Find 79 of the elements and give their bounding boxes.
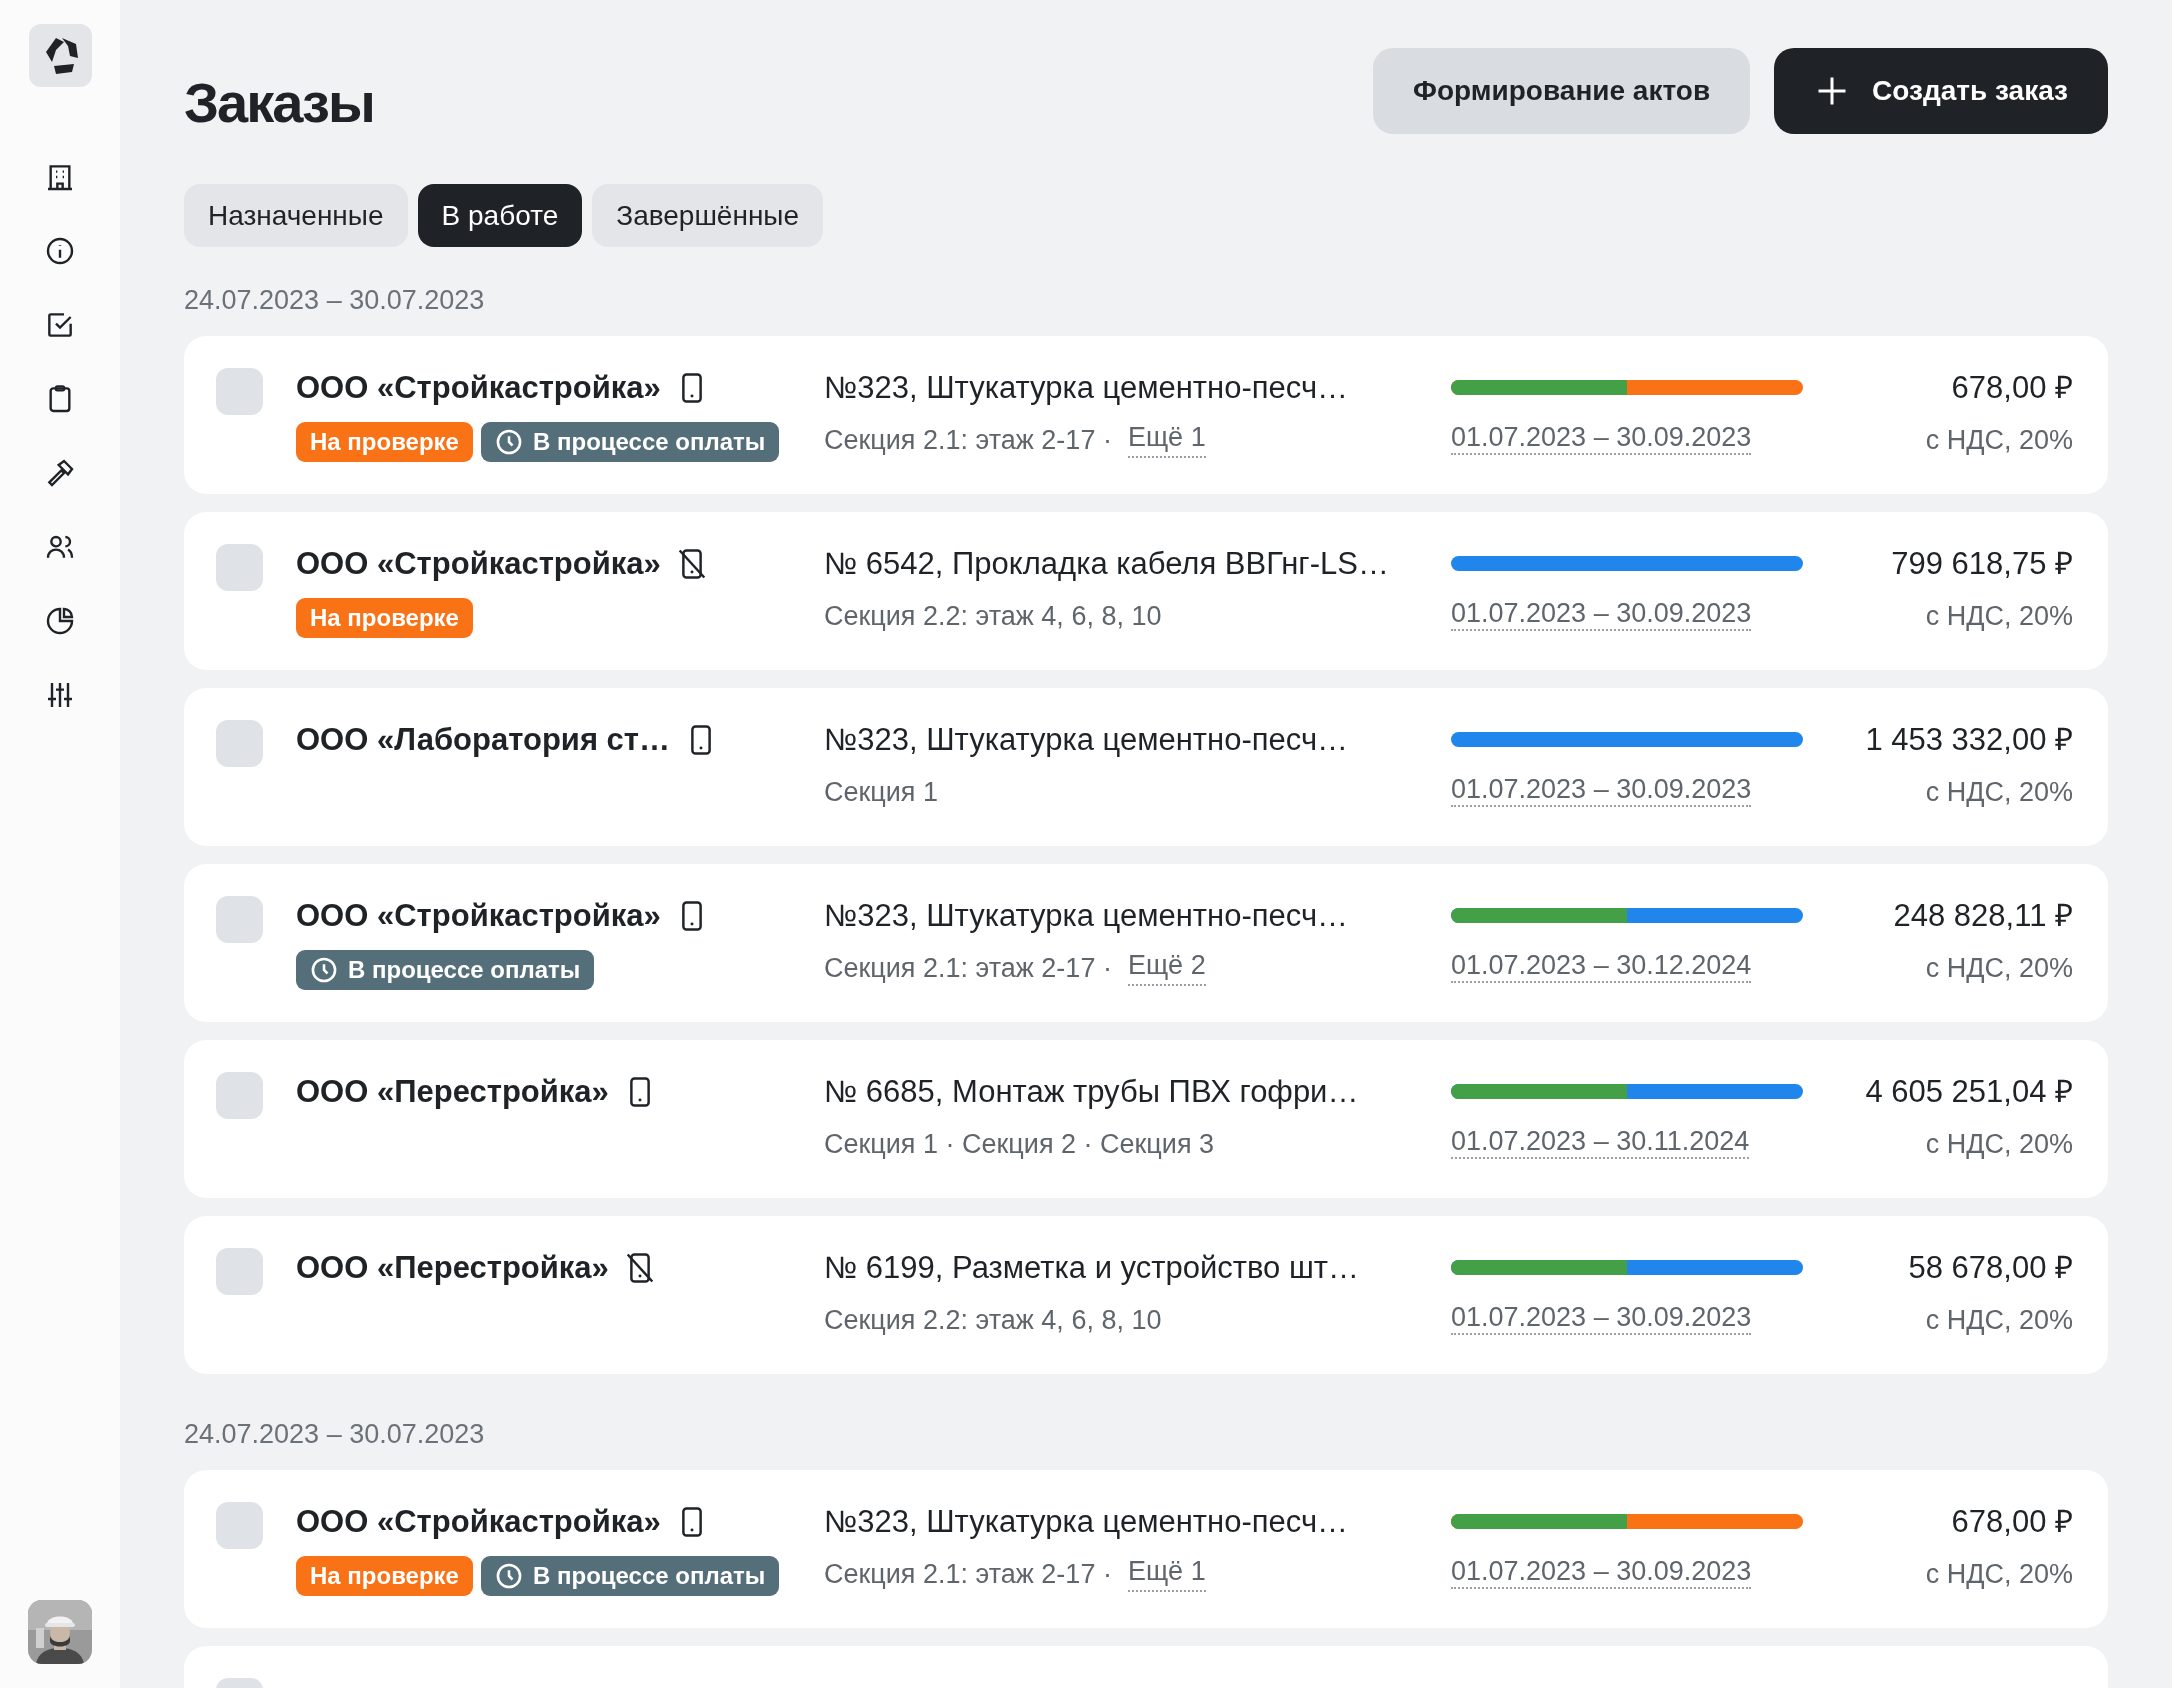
order-sections: Секция 2.1: этаж 2-17 · <box>824 950 1112 986</box>
date-range: 01.07.2023 – 30.11.2024 <box>1451 1125 1750 1159</box>
status-badge: На проверке <box>296 422 473 462</box>
date-range: 01.07.2023 – 30.09.2023 <box>1451 773 1752 807</box>
clock-icon <box>310 956 338 984</box>
company-name: ООО «Лаборатория ст… <box>296 722 671 758</box>
order-amount: 678,00 ₽ <box>1951 1503 2073 1541</box>
tax-note: с НДС, 20% <box>1925 1128 2073 1161</box>
badge-label: В процессе оплаты <box>532 1562 766 1590</box>
company-name: ООО «Стройкастройка» <box>296 1504 661 1540</box>
order-amount: 678,00 ₽ <box>1951 369 2073 407</box>
info-icon[interactable] <box>44 235 76 267</box>
order-amount: 248 828,11 ₽ <box>1893 897 2073 935</box>
order-sections: Секция 2.2: этаж 4, 6, 8, 10 <box>824 598 1162 634</box>
tab[interactable]: Назначенные <box>184 184 408 247</box>
order-title: № 6199, Разметка и устройство шт… <box>824 1249 1360 1287</box>
order-card[interactable]: ООО «Перестройка» № 6685, Монтаж трубы ПВХ гофри… Секция 1 · Секция 2 · Секция 3 01.07.2023 – 30.11.2024 4 605 251,04 ₽ с НДС, 20% <box>184 1040 2108 1198</box>
clock-icon <box>494 1562 523 1590</box>
date-range-heading: 24.07.2023 – 30.07.2023 <box>184 284 485 317</box>
order-card[interactable]: ООО «Стройкастройка» В процессе оплаты №323, Штукатурка цементно-песч… Секция 2.1: этаж 2-17 · Ещё 2 01.07.2023 – 30.12.2024 248 828,11 ₽ с НДС, 20% <box>184 864 2108 1022</box>
tax-note: с НДС, 20% <box>1925 600 2073 633</box>
tax-note: с НДС, 20% <box>1925 1304 2073 1337</box>
checkbox[interactable] <box>216 1248 263 1295</box>
clock-icon <box>494 428 523 456</box>
date-range: 01.07.2023 – 30.09.2023 <box>1451 1301 1752 1335</box>
pie-chart-icon[interactable] <box>44 605 76 637</box>
checkbox[interactable] <box>216 368 263 415</box>
order-sections: Секция 1 <box>824 774 938 810</box>
date-range: 01.07.2023 – 30.09.2023 <box>1451 597 1752 631</box>
checkbox[interactable] <box>216 1072 263 1119</box>
tab[interactable]: Завершённые <box>592 184 824 247</box>
order-card[interactable]: ООО «Стройкастройка» На проверке В процессе оплаты №323, Штукатурка цементно-песч… Секция 2.1: этаж 2-17 · Ещё 1 01.07.2023 – 30.09.2023 678,00 ₽ с НДС, 20% <box>184 1470 2108 1628</box>
date-range: 01.07.2023 – 30.09.2023 <box>1451 1555 1752 1589</box>
checkbox[interactable] <box>216 720 263 767</box>
checkbox[interactable] <box>216 896 263 943</box>
order-card[interactable]: ООО «Стройкастройка» На проверке № 6542, Прокладка кабеля ВВГнг-LS… Секция 2.2: этаж 4, 6, 8, 10 01.07.2023 – 30.09.2023 799 618,75 ₽ с НДС, 20% <box>184 512 2108 670</box>
order-sections: Секция 2.1: этаж 2-17 · <box>824 1556 1112 1592</box>
order-title: №323, Штукатурка цементно-песч… <box>824 721 1350 759</box>
company-name: ООО «Перестройка» <box>296 1074 609 1110</box>
order-title: №323, Штукатурка цементно-песч… <box>824 897 1350 935</box>
company-name: ООО «Стройкастройка» <box>296 898 661 934</box>
order-card[interactable]: ООО «Перестройка» № 6199, Разметка и устройство шт… Секция 2.2: этаж 4, 6, 8, 10 01.07.2023 – 30.09.2023 58 678,00 ₽ с НДС, 20% <box>184 1216 2108 1374</box>
more-link[interactable]: Ещё 1 <box>1127 422 1206 458</box>
order-amount: 58 678,00 ₽ <box>1908 1249 2073 1287</box>
order-sections: Секция 2.1: этаж 2-17 · <box>824 422 1112 458</box>
tax-note: с НДС, 20% <box>1925 776 2073 809</box>
more-link[interactable]: Ещё 2 <box>1127 950 1206 986</box>
logo-icon[interactable] <box>28 24 92 87</box>
order-title: №323, Штукатурка цементно-песч… <box>824 369 1350 407</box>
company-name: ООО «Стройкастройка» <box>296 370 661 406</box>
tax-note: с НДС, 20% <box>1925 952 2073 985</box>
status-badge: На проверке <box>296 598 473 638</box>
status-badge: На проверке <box>296 1556 473 1596</box>
order-title: № 6685, Монтаж трубы ПВХ гофри… <box>824 1073 1360 1111</box>
badge-label: В процессе оплаты <box>348 956 581 984</box>
order-title: №323, Штукатурка цементно-песч… <box>824 1503 1350 1541</box>
tab[interactable]: В работе <box>417 184 583 247</box>
tax-note: с НДС, 20% <box>1925 424 2073 457</box>
order-title: № 6542, Прокладка кабеля ВВГнг-LS… <box>824 545 1390 583</box>
date-range: 01.07.2023 – 30.09.2023 <box>1451 421 1752 455</box>
company-name: ООО «Стройкастройка» <box>296 546 661 582</box>
order-amount: 1 453 332,00 ₽ <box>1865 721 2073 759</box>
create-button[interactable]: Создать заказ <box>1774 48 2108 134</box>
checkbox[interactable] <box>216 1502 263 1549</box>
company-name: ООО «Перестройка» <box>296 1250 609 1286</box>
order-amount: 799 618,75 ₽ <box>1891 545 2073 583</box>
checkbox[interactable] <box>216 544 263 591</box>
tax-note: с НДС, 20% <box>1925 1558 2073 1591</box>
order-sections: Секция 2.2: этаж 4, 6, 8, 10 <box>824 1302 1162 1338</box>
badge-label: В процессе оплаты <box>532 428 766 456</box>
order-card[interactable]: ООО «Стройкастройка» На проверке В процессе оплаты №323, Штукатурка цементно-песч… Секция 2.1: этаж 2-17 · Ещё 1 01.07.2023 – 30.09.2023 678,00 ₽ с НДС, 20% <box>184 336 2108 494</box>
more-link[interactable]: Ещё 1 <box>1127 1556 1206 1592</box>
order-card[interactable]: ООО «Лаборатория ст… №323, Штукатурка цементно-песч… Секция 1 01.07.2023 – 30.09.2023 1 453 332,00 ₽ с НДС, 20% <box>184 688 2108 846</box>
date-range: 01.07.2023 – 30.12.2024 <box>1451 949 1752 983</box>
date-range-heading: 24.07.2023 – 30.07.2023 <box>184 1418 485 1451</box>
order-sections: Секция 1 · Секция 2 · Секция 3 <box>824 1126 1215 1162</box>
action-button[interactable]: Формирование актов <box>1373 48 1751 134</box>
order-amount: 4 605 251,04 ₽ <box>1865 1073 2073 1111</box>
page-title: Заказы <box>184 69 375 135</box>
